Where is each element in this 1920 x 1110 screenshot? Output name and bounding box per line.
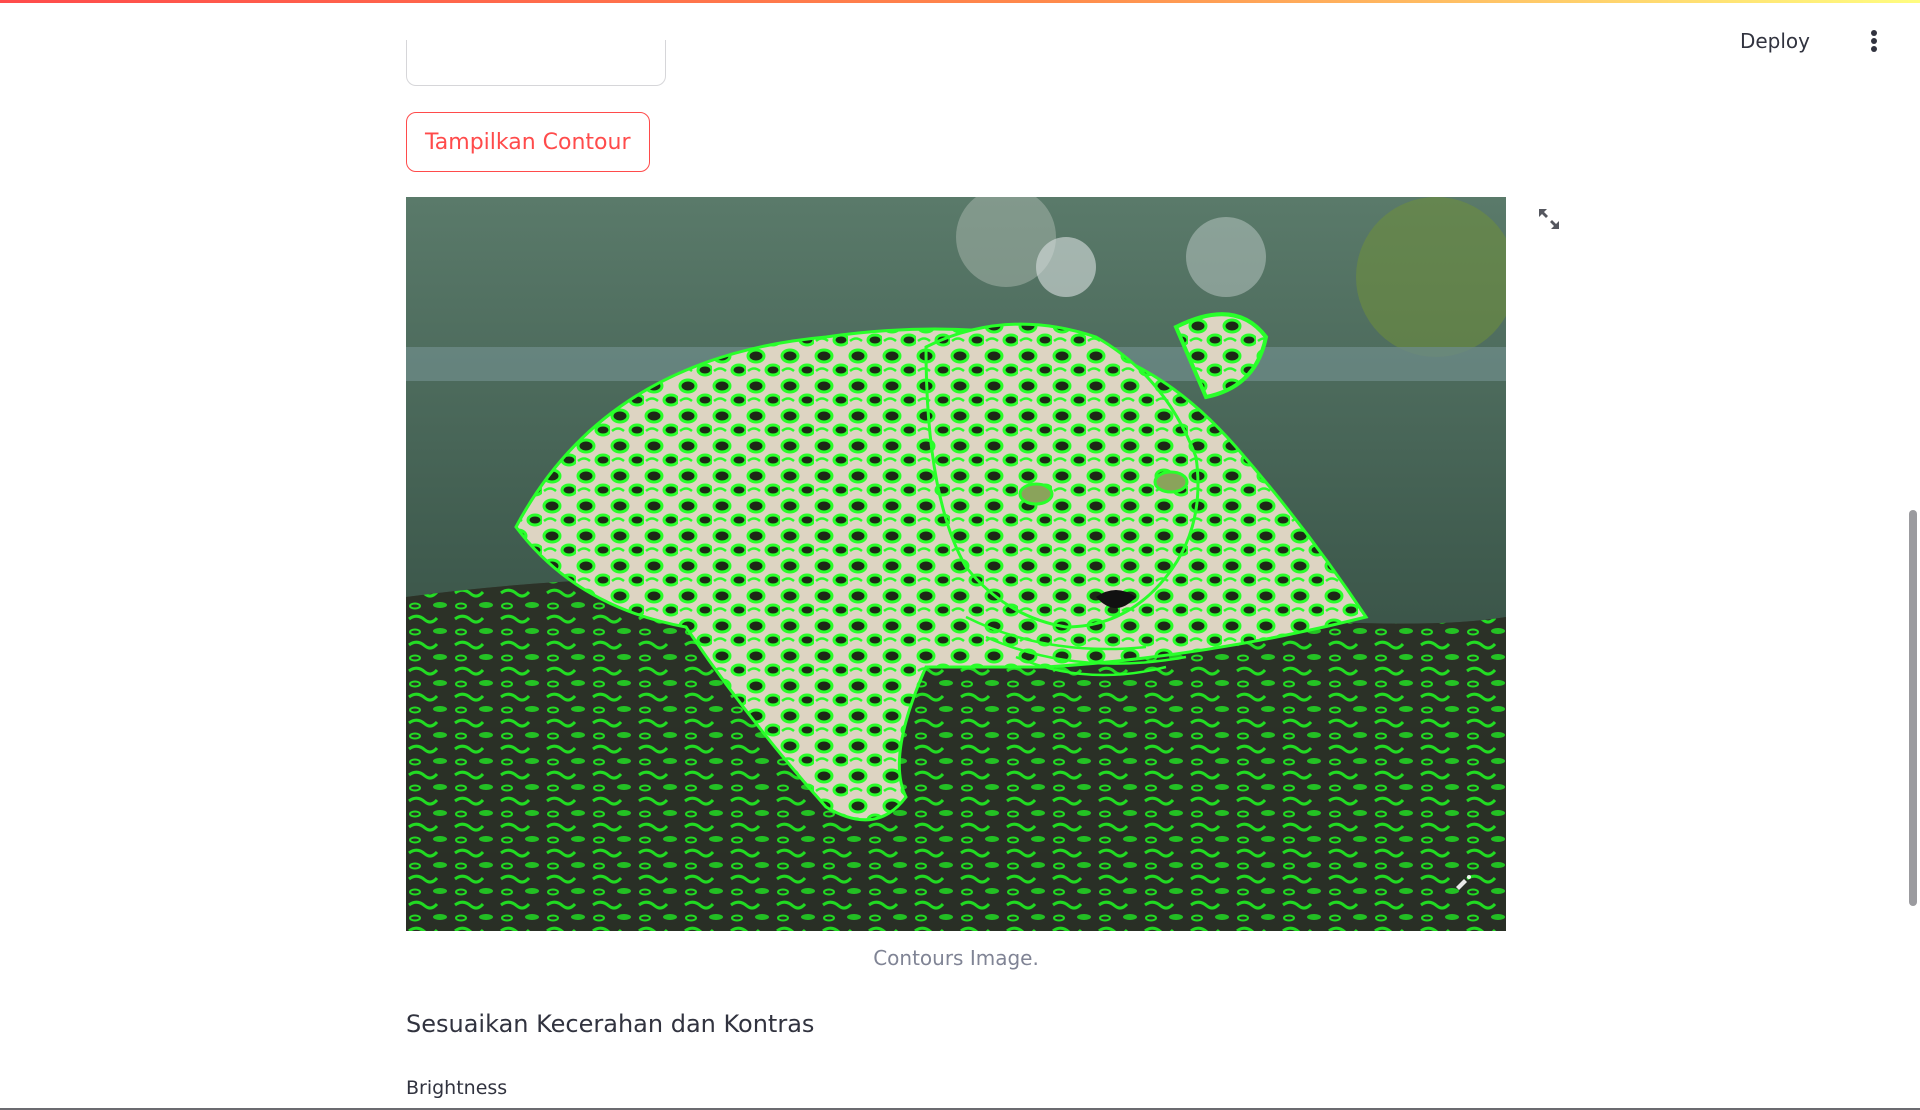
main-menu-button[interactable] <box>1856 23 1892 59</box>
show-contour-button[interactable]: Tampilkan Contour <box>406 112 650 172</box>
previous-widget-bottom-edge[interactable] <box>406 40 666 86</box>
fullscreen-icon[interactable] <box>1534 204 1564 234</box>
contours-image <box>406 197 1506 931</box>
expand-arrows-icon <box>1539 209 1559 229</box>
brightness-contrast-heading: Sesuaikan Kecerahan dan Kontras <box>406 1010 815 1038</box>
image-caption: Contours Image. <box>873 946 1039 970</box>
app-header: Deploy <box>0 3 1920 71</box>
deploy-button[interactable]: Deploy <box>1726 23 1824 59</box>
scrollbar-thumb[interactable] <box>1909 510 1917 906</box>
more-vertical-icon <box>1871 30 1877 52</box>
leopard-contour-illustration <box>406 197 1506 931</box>
brightness-slider-label: Brightness <box>406 1077 508 1099</box>
